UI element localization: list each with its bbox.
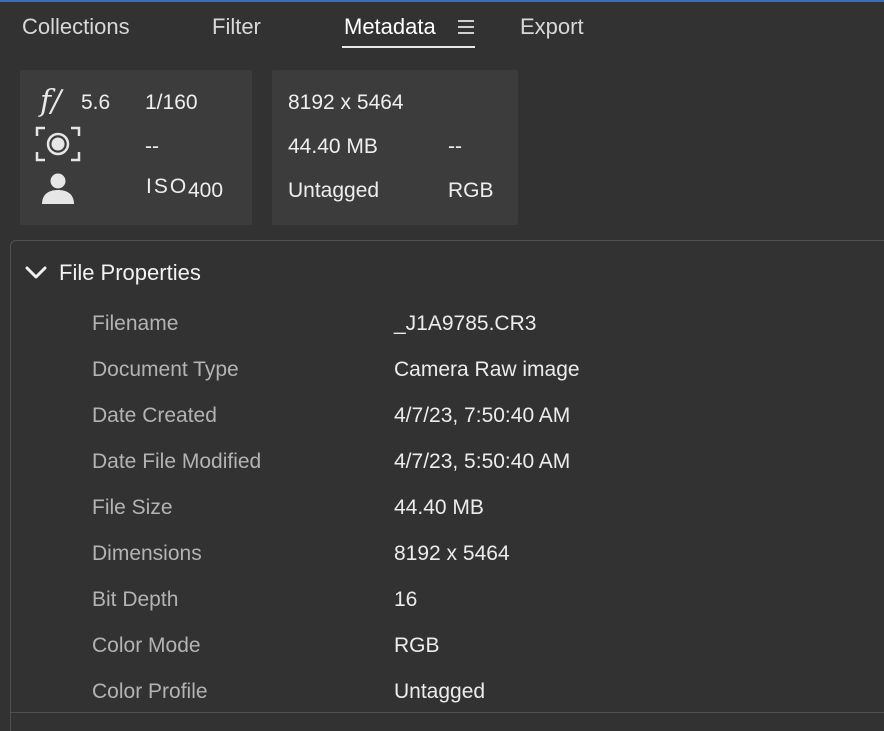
summary-color-mode: RGB	[448, 179, 494, 202]
property-label: Color Profile	[92, 680, 208, 703]
file-properties-header[interactable]: File Properties	[25, 258, 201, 288]
property-label: File Size	[92, 496, 173, 519]
property-label: Document Type	[92, 358, 239, 381]
hamburger-menu-icon[interactable]	[458, 20, 474, 34]
shutter-speed-value: 1/160	[145, 91, 198, 114]
aperture-value: 5.6	[81, 91, 111, 114]
property-label: Filename	[92, 312, 179, 335]
panel-tabs: Collections Filter Metadata Export	[0, 2, 884, 54]
property-value: 44.40 MB	[394, 496, 484, 519]
summary-dimensions: 8192 x 5464	[288, 91, 404, 114]
tab-collections[interactable]: Collections	[22, 14, 130, 40]
tab-metadata[interactable]: Metadata	[344, 14, 436, 40]
exposure-mode-person-icon	[42, 173, 74, 204]
property-value: RGB	[394, 634, 440, 657]
chevron-down-icon	[25, 266, 47, 279]
property-value: Camera Raw image	[394, 358, 580, 381]
iso-value: 400	[188, 179, 224, 202]
property-value: 16	[394, 588, 418, 611]
summary-color-profile: Untagged	[288, 179, 380, 202]
metering-value: --	[145, 135, 159, 158]
active-tab-indicator	[342, 46, 475, 48]
property-label: Date Created	[92, 404, 217, 427]
property-label: Color Mode	[92, 634, 201, 657]
iso-label: ISO	[146, 175, 189, 198]
property-value: Untagged	[394, 680, 486, 703]
metering-mode-icon	[35, 126, 81, 162]
section-title: File Properties	[59, 260, 201, 285]
summary-file-size: 44.40 MB	[288, 135, 378, 158]
property-value: 4/7/23, 7:50:40 AM	[394, 404, 571, 427]
property-label: Bit Depth	[92, 588, 179, 611]
summary-extra-value: --	[448, 135, 462, 158]
property-value: 8192 x 5464	[394, 542, 510, 565]
property-label: Dimensions	[92, 542, 202, 565]
property-label: Date File Modified	[92, 450, 262, 473]
tab-filter[interactable]: Filter	[212, 14, 261, 40]
section-divider	[10, 712, 884, 713]
property-value: _J1A9785.CR3	[394, 312, 537, 335]
property-value: 4/7/23, 5:50:40 AM	[394, 450, 571, 473]
aperture-icon: f/	[40, 84, 62, 119]
tab-export[interactable]: Export	[520, 14, 584, 40]
